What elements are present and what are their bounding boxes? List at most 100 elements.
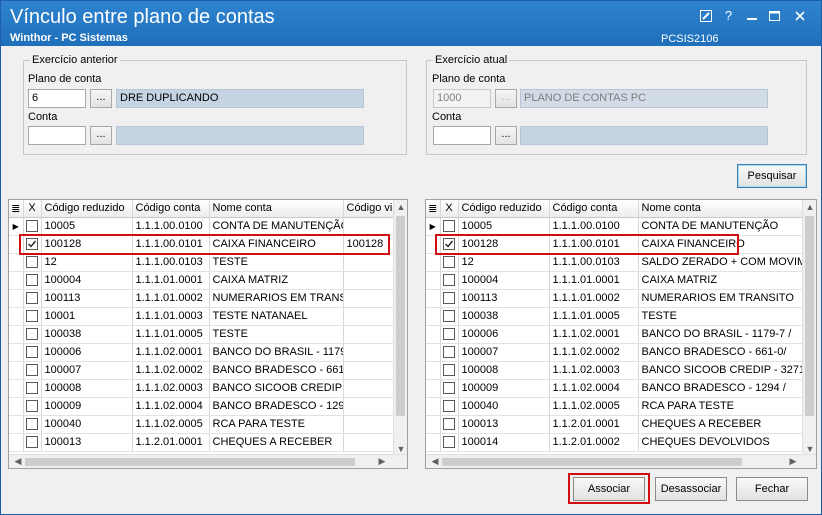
minimize-icon[interactable] xyxy=(741,7,762,24)
scroll-left-icon[interactable]: ◀ xyxy=(11,456,25,467)
row-checkbox[interactable] xyxy=(26,436,38,449)
associar-button[interactable]: Associar xyxy=(573,477,645,501)
row-checkbox[interactable] xyxy=(443,382,455,395)
row-checkbox[interactable] xyxy=(443,400,455,413)
table-row[interactable]: 100006 1.1.1.02.0001 BANCO DO BRASIL - 117… xyxy=(426,325,805,344)
table-row[interactable]: 100008 1.1.1.02.0003 BANCO SICOOB CREDIP -… xyxy=(9,379,396,398)
right-grid-vertical-scrollbar[interactable]: ▲ ▼ xyxy=(802,200,816,456)
table-row[interactable]: 100004 1.1.1.01.0001 CAIXA MATRIZ xyxy=(9,271,396,290)
title-bar[interactable]: Vínculo entre plano de contas Winthor - … xyxy=(1,1,821,46)
exercicio-atual-group: Exercício atual Plano de conta 1000 ... … xyxy=(426,54,807,155)
checked-checkbox[interactable] xyxy=(443,238,455,251)
table-row[interactable]: 100009 1.1.1.02.0004 BANCO BRADESCO - 1294… xyxy=(426,379,805,398)
right-col-codigo-conta[interactable]: Código conta xyxy=(549,200,639,218)
row-checkbox[interactable] xyxy=(443,274,455,287)
cell-codred: 100004 xyxy=(41,271,133,290)
plano-conta-lookup-button[interactable]: ... xyxy=(90,89,112,108)
row-checkbox[interactable] xyxy=(26,274,38,287)
row-checkbox[interactable] xyxy=(26,292,38,305)
row-checkbox[interactable] xyxy=(443,256,455,269)
maximize-icon[interactable] xyxy=(764,7,785,24)
right-grid-hscroll-thumb[interactable] xyxy=(442,458,742,466)
table-row[interactable]: 100040 1.1.1.02.0005 RCA PARA TESTE xyxy=(9,415,396,434)
table-row[interactable]: 12 1.1.1.00.0103 SALDO ZERADO + COM MOVIME… xyxy=(426,253,805,272)
right-grid-vscroll-thumb[interactable] xyxy=(805,216,814,416)
left-col-codigo-reduzido[interactable]: Código reduzido xyxy=(41,200,133,218)
left-col-codigo-conta[interactable]: Código conta xyxy=(132,200,210,218)
scroll-down-icon[interactable]: ▼ xyxy=(394,444,407,454)
left-grid-vscroll-thumb[interactable] xyxy=(396,216,405,416)
column-chooser-icon[interactable]: ≣ xyxy=(9,200,24,218)
scroll-right-icon[interactable]: ▶ xyxy=(786,456,800,467)
row-checkbox[interactable] xyxy=(26,364,38,377)
table-row[interactable]: 100013 1.1.2.01.0001 CHEQUES A RECEBER xyxy=(9,433,396,452)
row-checkbox[interactable] xyxy=(26,256,38,269)
row-checkbox[interactable] xyxy=(26,400,38,413)
row-checkbox[interactable] xyxy=(443,418,455,431)
left-grid-vertical-scrollbar[interactable]: ▲ ▼ xyxy=(393,200,407,456)
conta-atual-input[interactable] xyxy=(433,126,491,145)
table-row[interactable]: 100014 1.1.2.01.0002 CHEQUES DEVOLVIDOS xyxy=(426,433,805,452)
scroll-left-icon[interactable]: ◀ xyxy=(428,456,442,467)
left-col-x[interactable]: X xyxy=(23,200,42,218)
row-checkbox[interactable] xyxy=(26,328,38,341)
table-row[interactable]: 100038 1.1.1.01.0005 TESTE xyxy=(426,307,805,326)
row-checkbox[interactable] xyxy=(26,220,38,233)
table-row[interactable]: 100128 1.1.1.00.0101 CAIXA FINANCEIRO 10012… xyxy=(9,235,396,254)
row-checkbox[interactable] xyxy=(443,220,455,233)
row-checkbox[interactable] xyxy=(26,346,38,359)
edit-icon[interactable] xyxy=(695,7,716,24)
checked-checkbox[interactable] xyxy=(26,238,38,251)
table-row[interactable]: 100113 1.1.1.01.0002 NUMERARIOS EM TRANSIT… xyxy=(426,289,805,308)
right-col-codigo-reduzido[interactable]: Código reduzido xyxy=(458,200,550,218)
pesquisar-button[interactable]: Pesquisar xyxy=(737,164,807,188)
row-checkbox[interactable] xyxy=(26,310,38,323)
cell-codvi xyxy=(343,361,396,380)
conta-atual-lookup-button[interactable]: ... xyxy=(495,126,517,145)
scroll-down-icon[interactable]: ▼ xyxy=(803,444,816,454)
scroll-up-icon[interactable]: ▲ xyxy=(394,202,407,212)
column-chooser-icon[interactable]: ≣ xyxy=(426,200,441,218)
table-row[interactable]: 100013 1.1.2.01.0001 CHEQUES A RECEBER xyxy=(426,415,805,434)
conta-lookup-button[interactable]: ... xyxy=(90,126,112,145)
table-row[interactable]: 100007 1.1.1.02.0002 BANCO BRADESCO - 661-… xyxy=(426,343,805,362)
table-row[interactable]: 100007 1.1.1.02.0002 BANCO BRADESCO - 661-… xyxy=(9,361,396,380)
left-col-codigo-vinculado[interactable]: Código vi xyxy=(343,200,396,218)
table-row[interactable]: 100113 1.1.1.01.0002 NUMERARIOS EM TRANSIT xyxy=(9,289,396,308)
row-checkbox[interactable] xyxy=(443,436,455,449)
table-row[interactable]: 100038 1.1.1.01.0005 TESTE xyxy=(9,325,396,344)
row-checkbox[interactable] xyxy=(443,292,455,305)
row-checkbox[interactable] xyxy=(443,310,455,323)
fechar-button[interactable]: Fechar xyxy=(736,477,808,501)
help-icon[interactable]: ? xyxy=(718,7,739,24)
table-row[interactable]: ▶ 10005 1.1.1.00.0100 CONTA DE MANUTENÇÃO xyxy=(9,217,396,236)
table-row[interactable]: 100008 1.1.1.02.0003 BANCO SICOOB CREDIP -… xyxy=(426,361,805,380)
row-checkbox[interactable] xyxy=(443,364,455,377)
right-col-x[interactable]: X xyxy=(440,200,459,218)
row-checkbox[interactable] xyxy=(26,382,38,395)
table-row[interactable]: 10001 1.1.1.01.0003 TESTE NATANAEL xyxy=(9,307,396,326)
conta-input[interactable] xyxy=(28,126,86,145)
left-col-nome-conta[interactable]: Nome conta xyxy=(209,200,344,218)
table-row[interactable]: 100009 1.1.1.02.0004 BANCO BRADESCO - 1294 xyxy=(9,397,396,416)
left-grid-hscroll-thumb[interactable] xyxy=(25,458,355,466)
scroll-right-icon[interactable]: ▶ xyxy=(375,456,389,467)
right-col-nome-conta[interactable]: Nome conta xyxy=(638,200,805,218)
close-icon[interactable] xyxy=(787,7,813,24)
row-checkbox[interactable] xyxy=(26,418,38,431)
table-row[interactable]: 100040 1.1.1.02.0005 RCA PARA TESTE xyxy=(426,397,805,416)
desassociar-button[interactable]: Desassociar xyxy=(655,477,727,501)
row-checkbox-cell xyxy=(23,235,42,254)
scroll-up-icon[interactable]: ▲ xyxy=(803,202,816,212)
plano-conta-input[interactable]: 6 xyxy=(28,89,86,108)
table-row[interactable]: 12 1.1.1.00.0103 TESTE xyxy=(9,253,396,272)
right-grid-horizontal-scrollbar[interactable]: ◀ ▶ xyxy=(426,454,816,468)
table-row[interactable]: 100006 1.1.1.02.0001 BANCO DO BRASIL - 117… xyxy=(9,343,396,362)
cell-codconta: 1.1.1.02.0002 xyxy=(549,343,639,362)
table-row[interactable]: ▶ 10005 1.1.1.00.0100 CONTA DE MANUTENÇÃO xyxy=(426,217,805,236)
row-checkbox[interactable] xyxy=(443,346,455,359)
table-row[interactable]: 100004 1.1.1.01.0001 CAIXA MATRIZ xyxy=(426,271,805,290)
left-grid-horizontal-scrollbar[interactable]: ◀ ▶ xyxy=(9,454,407,468)
row-checkbox[interactable] xyxy=(443,328,455,341)
table-row[interactable]: 100128 1.1.1.00.0101 CAIXA FINANCEIRO xyxy=(426,235,805,254)
